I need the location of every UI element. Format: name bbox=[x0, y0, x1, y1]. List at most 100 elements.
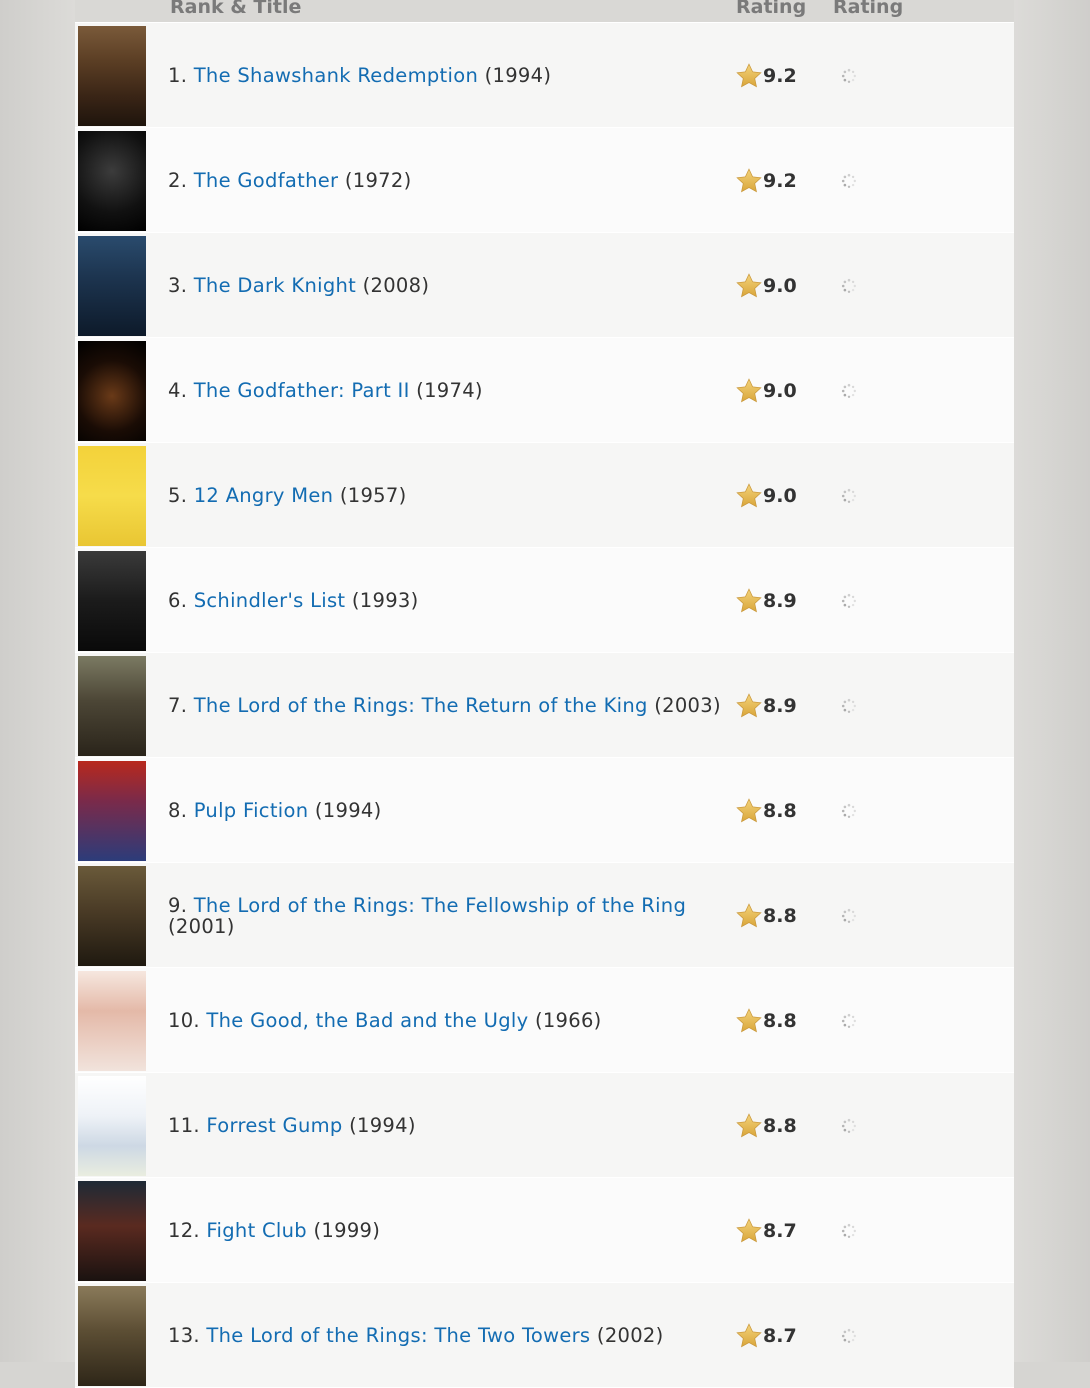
your-rating-cell[interactable] bbox=[841, 338, 861, 443]
star-icon bbox=[736, 692, 762, 717]
good-bad-ugly-poster[interactable] bbox=[78, 971, 146, 1071]
your-rating-cell[interactable] bbox=[841, 128, 861, 233]
title-cell: 13. The Lord of the Rings: The Two Tower… bbox=[168, 1283, 728, 1388]
godfather-2-poster[interactable] bbox=[78, 341, 146, 441]
your-rating-cell[interactable] bbox=[841, 863, 861, 968]
movie-year: (1993) bbox=[351, 589, 419, 612]
movie-title-link[interactable]: Fight Club bbox=[206, 1219, 307, 1242]
movie-year: (1966) bbox=[534, 1009, 602, 1032]
movie-title-link[interactable]: Schindler's List bbox=[194, 589, 346, 612]
imdb-rating-cell: 8.9 bbox=[735, 548, 815, 653]
imdb-rating-column-header[interactable]: Rating bbox=[736, 0, 806, 18]
your-rating-cell[interactable] bbox=[841, 758, 861, 863]
your-rating-cell[interactable] bbox=[841, 653, 861, 758]
imdb-rating-cell: 9.0 bbox=[735, 233, 815, 338]
title-cell: 2. The Godfather (1972) bbox=[168, 128, 728, 233]
title-cell: 7. The Lord of the Rings: The Return of … bbox=[168, 653, 728, 758]
loading-spinner-icon bbox=[841, 1328, 856, 1343]
rank-number: 10. bbox=[168, 1009, 207, 1032]
rating-value: 8.8 bbox=[763, 1009, 797, 1032]
rank-number: 2. bbox=[168, 169, 194, 192]
your-rating-cell[interactable] bbox=[841, 1178, 861, 1283]
movie-year: (1994) bbox=[314, 799, 382, 822]
movie-title-link[interactable]: The Dark Knight bbox=[194, 274, 356, 297]
movie-title-link[interactable]: The Godfather: Part II bbox=[194, 379, 410, 402]
your-rating-cell[interactable] bbox=[841, 1073, 861, 1178]
movie-title-link[interactable]: The Lord of the Rings: The Two Towers bbox=[206, 1324, 590, 1347]
loading-spinner-icon bbox=[841, 803, 856, 818]
star-icon bbox=[736, 1322, 762, 1347]
movie-title-link[interactable]: The Godfather bbox=[194, 169, 339, 192]
movie-title-link[interactable]: The Lord of the Rings: The Return of the… bbox=[194, 694, 648, 717]
rating-value: 8.9 bbox=[763, 694, 797, 717]
table-row: 4. The Godfather: Part II (1974) 9.0 bbox=[75, 338, 1014, 443]
rank-number: 3. bbox=[168, 274, 194, 297]
movie-year: (1972) bbox=[344, 169, 412, 192]
loading-spinner-icon bbox=[841, 488, 856, 503]
lotr-return-poster[interactable] bbox=[78, 656, 146, 756]
imdb-rating-cell: 8.7 bbox=[735, 1178, 815, 1283]
your-rating-cell[interactable] bbox=[841, 968, 861, 1073]
fight-club-poster[interactable] bbox=[78, 1181, 146, 1281]
movie-year: (1974) bbox=[416, 379, 483, 402]
imdb-rating-cell: 8.7 bbox=[735, 1283, 815, 1388]
movie-year: (1957) bbox=[339, 484, 407, 507]
rating-value: 8.9 bbox=[763, 589, 797, 612]
your-rating-cell[interactable] bbox=[841, 548, 861, 653]
rank-title-column-header[interactable]: Rank & Title bbox=[170, 0, 301, 18]
movie-title-link[interactable]: Pulp Fiction bbox=[194, 799, 309, 822]
rating-value: 9.0 bbox=[763, 379, 797, 402]
movie-title-link[interactable]: The Shawshank Redemption bbox=[194, 64, 478, 87]
movie-year: (2002) bbox=[596, 1324, 664, 1347]
title-cell: 8. Pulp Fiction (1994) bbox=[168, 758, 728, 863]
star-icon bbox=[736, 482, 762, 507]
table-row: 11. Forrest Gump (1994) 8.8 bbox=[75, 1073, 1014, 1178]
schindlers-list-poster[interactable] bbox=[78, 551, 146, 651]
rating-value: 8.8 bbox=[763, 904, 797, 927]
table-row: 13. The Lord of the Rings: The Two Tower… bbox=[75, 1283, 1014, 1388]
dark-knight-poster[interactable] bbox=[78, 236, 146, 336]
page: Rank & Title Rating Rating 1. The Shawsh… bbox=[0, 0, 1090, 1388]
your-rating-cell[interactable] bbox=[841, 443, 861, 548]
lotr-fellowship-poster[interactable] bbox=[78, 866, 146, 966]
rating-value: 8.7 bbox=[763, 1324, 797, 1347]
movie-title-link[interactable]: The Good, the Bad and the Ugly bbox=[206, 1009, 528, 1032]
movie-title-link[interactable]: The Lord of the Rings: The Fellowship of… bbox=[194, 894, 686, 917]
rating-value: 8.8 bbox=[763, 1114, 797, 1137]
loading-spinner-icon bbox=[841, 698, 856, 713]
shawshank-poster[interactable] bbox=[78, 26, 146, 126]
your-rating-cell[interactable] bbox=[841, 23, 861, 128]
title-cell: 10. The Good, the Bad and the Ugly (1966… bbox=[168, 968, 728, 1073]
right-margin bbox=[1014, 0, 1090, 1362]
movie-title-link[interactable]: Forrest Gump bbox=[206, 1114, 342, 1137]
lotr-two-towers-poster[interactable] bbox=[78, 1286, 146, 1386]
star-icon bbox=[736, 1217, 762, 1242]
your-rating-cell[interactable] bbox=[841, 233, 861, 338]
title-cell: 3. The Dark Knight (2008) bbox=[168, 233, 728, 338]
pulp-fiction-poster[interactable] bbox=[78, 761, 146, 861]
forrest-gump-poster[interactable] bbox=[78, 1076, 146, 1176]
rating-value: 8.8 bbox=[763, 799, 797, 822]
movie-year: (2008) bbox=[362, 274, 430, 297]
movie-title-link[interactable]: 12 Angry Men bbox=[194, 484, 334, 507]
loading-spinner-icon bbox=[841, 173, 856, 188]
star-icon bbox=[736, 797, 762, 822]
star-icon bbox=[736, 902, 762, 927]
chart-table: Rank & Title Rating Rating 1. The Shawsh… bbox=[75, 0, 1014, 1388]
table-row: 6. Schindler's List (1993) 8.9 bbox=[75, 548, 1014, 653]
movie-year: (1994) bbox=[349, 1114, 416, 1137]
imdb-rating-cell: 8.8 bbox=[735, 1073, 815, 1178]
imdb-rating-cell: 9.2 bbox=[735, 128, 815, 233]
table-body: 1. The Shawshank Redemption (1994) 9.2 2… bbox=[75, 23, 1014, 1388]
imdb-rating-cell: 8.9 bbox=[735, 653, 815, 758]
rating-value: 9.2 bbox=[763, 64, 797, 87]
loading-spinner-icon bbox=[841, 68, 856, 83]
title-cell: 12. Fight Club (1999) bbox=[168, 1178, 728, 1283]
table-row: 2. The Godfather (1972) 9.2 bbox=[75, 128, 1014, 233]
godfather-poster[interactable] bbox=[78, 131, 146, 231]
rank-number: 12. bbox=[168, 1219, 207, 1242]
your-rating-cell[interactable] bbox=[841, 1283, 861, 1388]
rating-value: 9.2 bbox=[763, 169, 797, 192]
your-rating-column-header[interactable]: Rating bbox=[833, 0, 903, 18]
12-angry-men-poster[interactable] bbox=[78, 446, 146, 546]
